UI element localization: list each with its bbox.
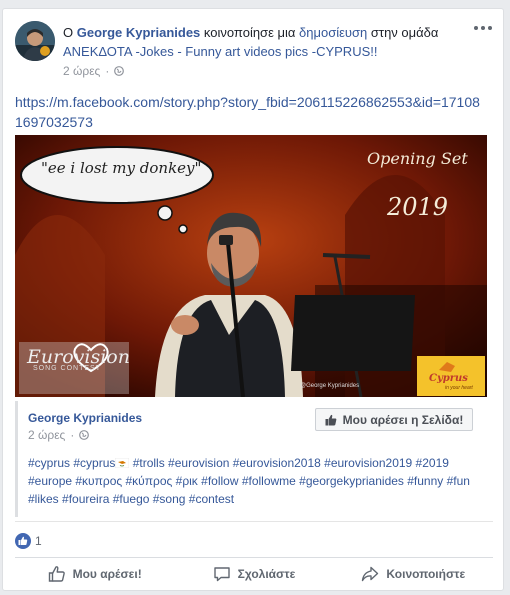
shared-post-meta: 2 ώρες · bbox=[28, 428, 90, 442]
like-page-button[interactable]: Μου αρέσει η Σελίδα! bbox=[315, 408, 473, 431]
share-label: Κοινοποιήστε bbox=[386, 567, 466, 581]
image-speech-bubble: "ee i lost my donkey" bbox=[41, 159, 202, 177]
thumbs-up-icon bbox=[325, 414, 337, 425]
post-meta: 2 ώρες · bbox=[63, 64, 125, 78]
post-link[interactable]: https://m.facebook.com/story.php?story_f… bbox=[15, 92, 485, 132]
action-bar: Μου αρέσει! Σχολιάστε Κοινοποιήστε bbox=[15, 558, 493, 590]
image-year: 2019 bbox=[387, 193, 449, 221]
shared-post-time[interactable]: 2 ώρες bbox=[28, 428, 65, 442]
shared-post-link[interactable]: δημοσίευση bbox=[299, 25, 367, 40]
shared-post: George Kyprianides 2 ώρες · Μου αρέσει η… bbox=[15, 401, 487, 517]
globe-icon[interactable] bbox=[79, 430, 90, 440]
author-name[interactable]: George Kyprianides bbox=[77, 25, 201, 40]
divider bbox=[15, 521, 493, 522]
hashtags-part-1[interactable]: #cyprus #cyprus bbox=[28, 456, 115, 470]
eurovision-subtitle: SONG CONTEST bbox=[33, 365, 102, 372]
post-image[interactable]: "ee i lost my donkey" Opening Set 2019 @… bbox=[15, 135, 487, 397]
header-prefix: Ο bbox=[63, 25, 74, 40]
cyprus-logo-sub: in your heart bbox=[445, 385, 473, 391]
like-label: Μου αρέσει! bbox=[72, 567, 142, 581]
cyprus-flag-icon bbox=[115, 458, 130, 468]
image-title: Opening Set bbox=[367, 149, 468, 168]
globe-icon[interactable] bbox=[114, 66, 125, 76]
shared-author-name[interactable]: George Kyprianides bbox=[28, 411, 142, 425]
avatar[interactable] bbox=[15, 21, 55, 61]
cyprus-logo: Cyprus in your heart bbox=[417, 356, 485, 396]
reactions-summary[interactable]: 1 bbox=[15, 533, 42, 549]
like-button[interactable]: Μου αρέσει! bbox=[15, 558, 174, 590]
cyprus-logo-text: Cyprus bbox=[429, 373, 468, 384]
group-name[interactable]: ΑΝΕΚΔΟΤΑ -Jokes - Funny art videos pics … bbox=[63, 44, 377, 59]
like-reaction-icon bbox=[15, 533, 31, 549]
more-options-icon[interactable] bbox=[473, 23, 493, 33]
header-action: κοινοποίησε μια bbox=[203, 25, 296, 40]
share-button[interactable]: Κοινοποιήστε bbox=[334, 558, 493, 590]
comment-label: Σχολιάστε bbox=[237, 567, 296, 581]
hashtags[interactable]: #cyprus #cyprus #trolls #eurovision #eur… bbox=[28, 454, 483, 508]
image-credit: @George Kyprianides bbox=[300, 383, 360, 389]
post-header: Ο George Kyprianides κοινοποίησε μια δημ… bbox=[63, 23, 469, 61]
comment-button[interactable]: Σχολιάστε bbox=[174, 558, 333, 590]
thumbs-up-icon bbox=[48, 566, 65, 582]
post-card: Ο George Kyprianides κοινοποίησε μια δημ… bbox=[2, 8, 504, 591]
share-icon bbox=[362, 566, 379, 582]
comment-icon bbox=[213, 567, 230, 582]
header-in-group: στην ομάδα bbox=[370, 25, 439, 40]
like-page-label: Μου αρέσει η Σελίδα! bbox=[342, 412, 464, 427]
reaction-count[interactable]: 1 bbox=[35, 534, 42, 548]
post-time[interactable]: 2 ώρες bbox=[63, 64, 100, 78]
